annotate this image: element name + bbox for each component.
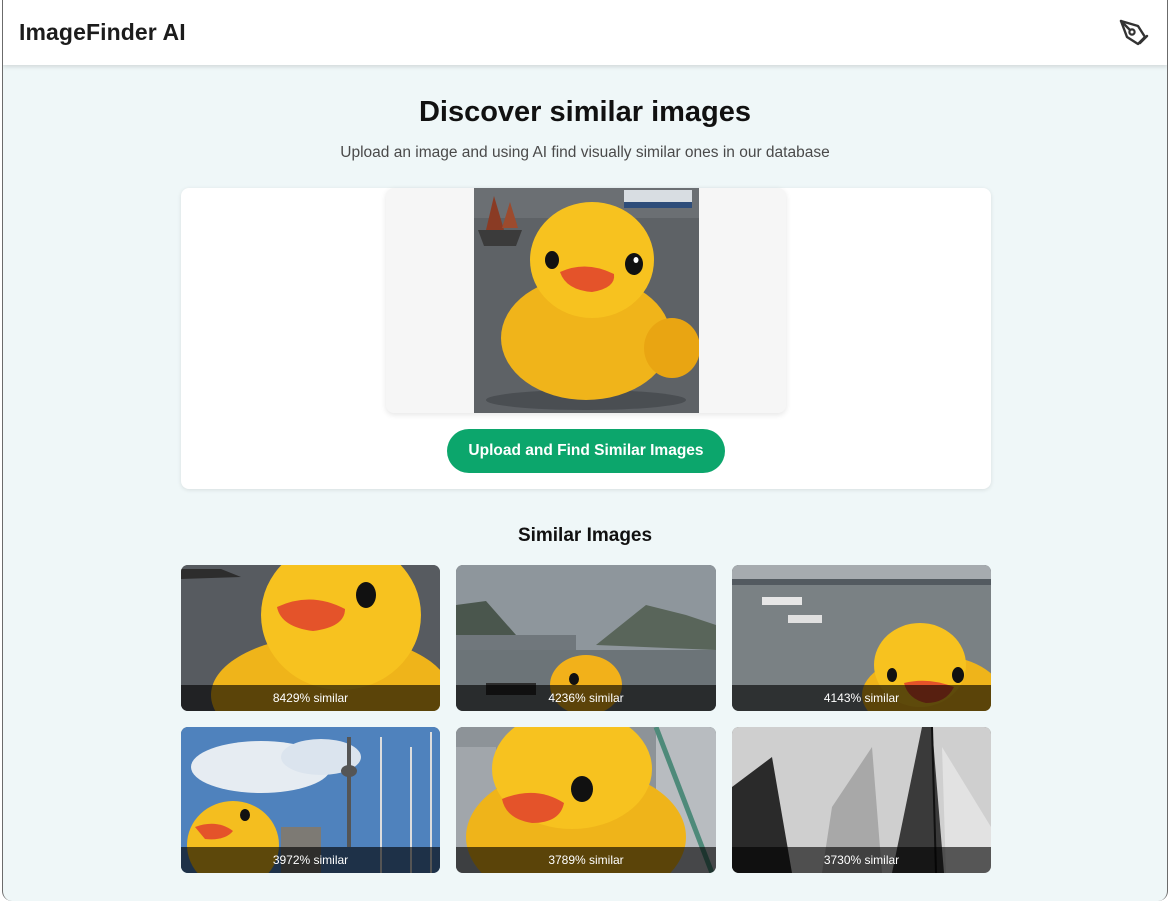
result-card[interactable]: 3730% similar (732, 727, 991, 873)
results-grid: 8429% similar 4236% similar 4143% simila… (181, 565, 991, 873)
upload-find-button[interactable]: Upload and Find Similar Images (447, 429, 725, 473)
pen-nib-icon[interactable] (1117, 16, 1151, 50)
result-card[interactable]: 3789% similar (456, 727, 716, 873)
similarity-label: 4143% similar (732, 685, 991, 711)
page-subtitle: Upload an image and using AI find visual… (340, 144, 830, 161)
uploaded-duck-image (474, 188, 699, 413)
app-frame: ImageFinder AI Discover similar images U… (2, 0, 1168, 901)
similarity-label: 3972% similar (181, 847, 440, 873)
similarity-label: 3789% similar (456, 847, 716, 873)
result-card[interactable]: 8429% similar (181, 565, 440, 711)
similarity-label: 3730% similar (732, 847, 991, 873)
top-bar: ImageFinder AI (3, 0, 1167, 65)
result-card[interactable]: 4236% similar (456, 565, 716, 711)
page-title: Discover similar images (418, 96, 752, 128)
result-card[interactable]: 4143% similar (732, 565, 991, 711)
similarity-label: 8429% similar (181, 685, 440, 711)
results-title: Similar Images (517, 525, 653, 546)
upload-preview[interactable] (386, 188, 786, 413)
upload-card: Upload and Find Similar Images (181, 188, 991, 489)
brand-title: ImageFinder AI (19, 19, 186, 45)
similarity-label: 4236% similar (456, 685, 716, 711)
result-card[interactable]: 3972% similar (181, 727, 440, 873)
